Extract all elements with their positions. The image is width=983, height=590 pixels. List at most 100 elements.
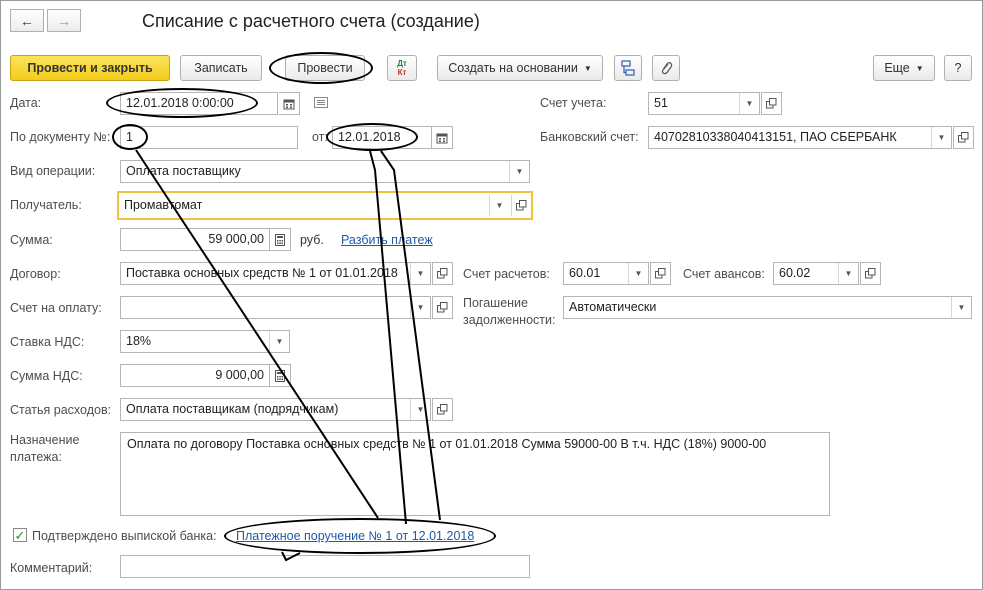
- from-date-field[interactable]: 12.01.2018: [332, 126, 432, 149]
- expense-item-label: Статья расходов:: [10, 403, 112, 417]
- account-field[interactable]: 51 ▼: [648, 92, 760, 115]
- paperclip-icon: [661, 62, 673, 75]
- operation-label: Вид операции:: [10, 164, 96, 178]
- back-arrow-icon: ←: [20, 12, 34, 29]
- open-invoice-button[interactable]: [432, 296, 453, 319]
- dropdown-arrow-icon[interactable]: ▼: [838, 263, 858, 284]
- recipient-label: Получатель:: [10, 198, 82, 212]
- dropdown-arrow-icon[interactable]: ▼: [410, 263, 430, 284]
- chevron-down-icon: ▼: [915, 63, 924, 73]
- kt-label: Кт: [397, 68, 407, 77]
- bank-account-field[interactable]: 40702810338040413151, ПАО СБЕРБАНК ▼: [648, 126, 952, 149]
- account-label: Счет учета:: [540, 96, 607, 110]
- expense-item-field[interactable]: Оплата поставщикам (подрядчикам) ▼: [120, 398, 431, 421]
- open-advance-account-button[interactable]: [860, 262, 881, 285]
- debt-label-line2: задолженности:: [463, 313, 556, 327]
- list-icon[interactable]: [314, 97, 328, 112]
- dropdown-arrow-icon[interactable]: ▼: [269, 331, 289, 352]
- open-contract-button[interactable]: [432, 262, 453, 285]
- debt-repayment-field[interactable]: Автоматически ▼: [563, 296, 972, 319]
- more-label: Еще: [884, 61, 910, 75]
- dropdown-arrow-icon[interactable]: ▼: [410, 399, 430, 420]
- dropdown-arrow-icon[interactable]: ▼: [410, 297, 430, 318]
- post-and-close-button[interactable]: Провести и закрыть: [10, 55, 170, 81]
- operation-field[interactable]: Оплата поставщику ▼: [120, 160, 530, 183]
- chevron-down-icon: ▼: [583, 63, 592, 73]
- dropdown-arrow-icon[interactable]: ▼: [509, 161, 529, 182]
- sum-field[interactable]: 59 000,00: [120, 228, 270, 251]
- settle-account-value: 60.01: [569, 266, 601, 280]
- help-button[interactable]: ?: [944, 55, 972, 81]
- post-button[interactable]: Провести: [285, 55, 365, 81]
- open-settle-account-button[interactable]: [650, 262, 671, 285]
- more-button[interactable]: Еще ▼: [873, 55, 935, 81]
- comment-label: Комментарий:: [10, 561, 93, 575]
- expense-item-value: Оплата поставщикам (подрядчикам): [126, 402, 339, 416]
- comment-field[interactable]: [120, 555, 530, 578]
- vat-rate-field[interactable]: 18% ▼: [120, 330, 290, 353]
- structure-button[interactable]: [614, 55, 642, 81]
- advance-account-field[interactable]: 60.02 ▼: [773, 262, 859, 285]
- recipient-field[interactable]: Промавтомат ▼: [117, 191, 533, 220]
- save-button[interactable]: Записать: [180, 55, 262, 81]
- settle-account-field[interactable]: 60.01 ▼: [563, 262, 649, 285]
- dropdown-arrow-icon[interactable]: ▼: [951, 297, 971, 318]
- vat-rate-value: 18%: [126, 334, 152, 348]
- calculator-button[interactable]: [270, 228, 291, 251]
- purpose-label-line2: платежа:: [10, 450, 62, 464]
- back-button[interactable]: ←: [10, 9, 44, 32]
- open-bank-account-button[interactable]: [953, 126, 974, 149]
- recipient-value: Промавтомат: [124, 198, 203, 212]
- forward-button[interactable]: →: [47, 9, 81, 32]
- checkmark-icon: ✓: [14, 527, 26, 543]
- payment-order-link[interactable]: Платежное поручение № 1 от 12.01.2018: [236, 529, 474, 543]
- calculator-icon: [275, 233, 285, 246]
- open-icon: [865, 268, 876, 279]
- attach-button[interactable]: [652, 55, 680, 81]
- dropdown-arrow-icon[interactable]: ▼: [628, 263, 648, 284]
- bank-account-value: 40702810338040413151, ПАО СБЕРБАНК: [654, 130, 897, 144]
- open-icon[interactable]: [511, 195, 531, 216]
- settle-account-label: Счет расчетов:: [463, 267, 550, 281]
- vat-sum-field[interactable]: 9 000,00: [120, 364, 270, 387]
- dropdown-arrow-icon[interactable]: ▼: [739, 93, 759, 114]
- doc-number-label: По документу №:: [10, 130, 111, 144]
- open-account-button[interactable]: [761, 92, 782, 115]
- structure-icon: [621, 60, 635, 76]
- calendar-button[interactable]: [432, 126, 453, 149]
- open-icon: [655, 268, 666, 279]
- create-based-on-button[interactable]: Создать на основании ▼: [437, 55, 603, 81]
- dt-label: Дт: [397, 59, 407, 68]
- advance-account-value: 60.02: [779, 266, 811, 280]
- calendar-icon: [436, 133, 448, 143]
- operation-value: Оплата поставщику: [126, 164, 241, 178]
- page-title: Списание с расчетного счета (создание): [142, 11, 480, 31]
- from-date-label: от:: [312, 130, 328, 144]
- date-label: Дата:: [10, 96, 42, 110]
- dropdown-arrow-icon[interactable]: ▼: [489, 195, 509, 216]
- date-field[interactable]: 12.01.2018 0:00:00: [120, 92, 278, 115]
- contract-field[interactable]: Поставка основных средств № 1 от 01.01.2…: [120, 262, 431, 285]
- advance-account-label: Счет авансов:: [683, 267, 765, 281]
- purpose-label-line1: Назначение: [10, 433, 80, 447]
- calendar-button[interactable]: [279, 92, 300, 115]
- split-payment-link[interactable]: Разбить платеж: [341, 233, 433, 247]
- open-icon: [437, 302, 448, 313]
- doc-number-field[interactable]: 1: [120, 126, 298, 149]
- sum-label: Сумма:: [10, 233, 53, 247]
- vat-rate-label: Ставка НДС:: [10, 335, 85, 349]
- open-icon: [437, 268, 448, 279]
- currency-label: руб.: [300, 233, 324, 247]
- contract-value: Поставка основных средств № 1 от 01.01.2…: [126, 266, 398, 280]
- calendar-icon: [283, 99, 295, 109]
- payment-purpose-textarea[interactable]: Оплата по договору Поставка основных сре…: [120, 432, 830, 516]
- dt-kt-button[interactable]: Дт Кт: [387, 55, 417, 81]
- open-expense-item-button[interactable]: [432, 398, 453, 421]
- calculator-button[interactable]: [270, 364, 291, 387]
- contract-label: Договор:: [10, 267, 61, 281]
- invoice-field[interactable]: ▼: [120, 296, 431, 319]
- dropdown-arrow-icon[interactable]: ▼: [931, 127, 951, 148]
- vat-sum-label: Сумма НДС:: [10, 369, 83, 383]
- debt-label-line1: Погашение: [463, 296, 528, 310]
- confirmed-checkbox[interactable]: ✓: [13, 528, 27, 542]
